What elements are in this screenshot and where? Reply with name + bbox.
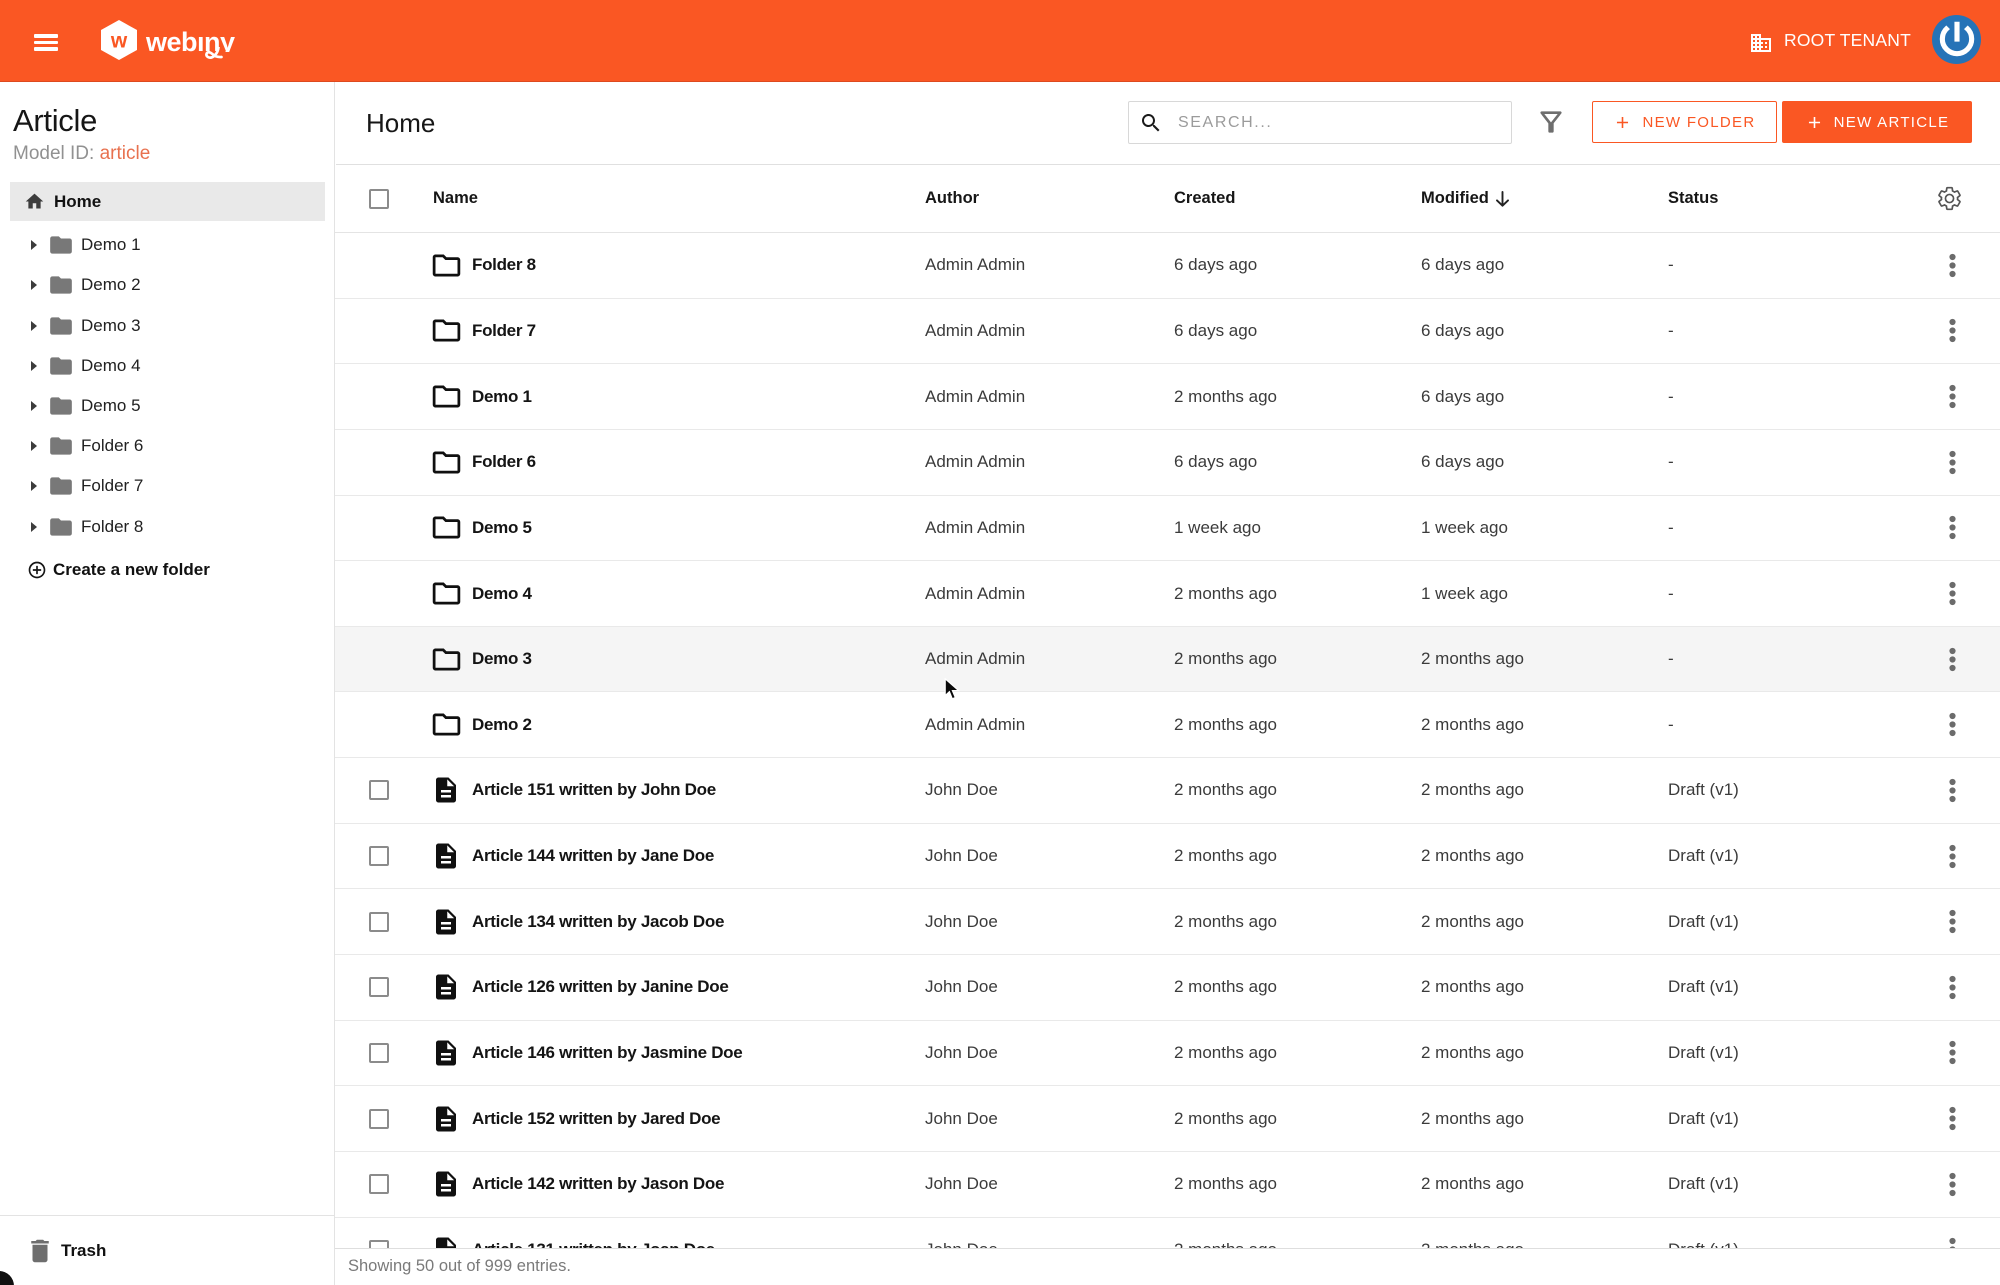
svg-text:w: w: [110, 30, 128, 53]
